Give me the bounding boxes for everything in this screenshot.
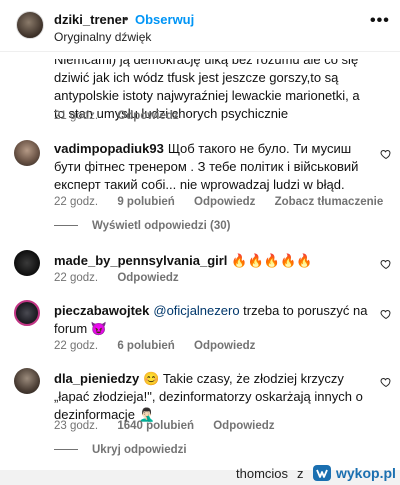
comment-text: pieczabawojtek @oficjalnezero trzeba to p…	[54, 303, 368, 336]
divider	[54, 449, 78, 451]
avatar[interactable]	[16, 11, 44, 39]
comment-username[interactable]: vadimpopadiuk93	[54, 141, 164, 156]
divider	[54, 225, 78, 227]
reply-button[interactable]: Odpowiedz	[194, 340, 255, 352]
like-heart-icon[interactable]	[380, 258, 392, 270]
comment-meta: 21 godz. Odpowiedz	[54, 110, 195, 122]
reply-button[interactable]: Odpowiedz	[117, 272, 178, 284]
reply-button[interactable]: Odpowiedz	[213, 420, 274, 432]
watermark-z: z	[297, 466, 304, 481]
like-heart-icon[interactable]	[380, 148, 392, 160]
translate-button[interactable]: Zobacz tłumaczenie	[275, 196, 384, 208]
likes-count[interactable]: 1640 polubień	[117, 420, 194, 432]
comment-time: 22 godz.	[54, 272, 99, 284]
likes-count[interactable]: 6 polubień	[117, 340, 175, 352]
audio-label[interactable]: Oryginalny dźwięk	[54, 30, 151, 44]
comment-item: dla_pieniedzy 😊 Takie czasy, że złodziej …	[0, 368, 400, 468]
comment-username[interactable]: dla_pieniedzy	[54, 371, 139, 386]
comment-item: vadimpopadiuk93 Щоб такого не було. Ти му…	[0, 140, 400, 240]
comment-item: Niemcami) ją demokrację ulką bez rozumu …	[0, 54, 400, 128]
reply-button[interactable]: Odpowiedz	[117, 110, 178, 122]
comment-meta: 22 godz. 9 polubień Odpowiedz Zobacz tłu…	[54, 196, 399, 208]
likes-count[interactable]: 9 polubień	[117, 196, 175, 208]
comment-item: made_by_pennsylvania_girl 🔥🔥🔥🔥🔥 22 godz. …	[0, 250, 400, 290]
mention-link[interactable]: @oficjalnezero	[153, 303, 239, 318]
separator-dot: •	[124, 11, 129, 26]
comment-time: 21 godz.	[54, 110, 99, 122]
view-replies-button[interactable]: Wyświetl odpowiedzi (30)	[54, 220, 230, 232]
watermark-user: thomcios	[236, 466, 289, 481]
comment-username[interactable]: made_by_pennsylvania_girl	[54, 253, 227, 268]
comment-time: 23 godz.	[54, 420, 99, 432]
comment-text: made_by_pennsylvania_girl 🔥🔥🔥🔥🔥	[54, 253, 313, 268]
post-header: dziki_trener • Obserwuj Oryginalny dźwię…	[0, 0, 400, 52]
comment-meta: 22 godz. Odpowiedz	[54, 272, 195, 284]
comment-item: pieczabawojtek @oficjalnezero trzeba to p…	[0, 300, 400, 360]
reply-button[interactable]: Odpowiedz	[194, 196, 255, 208]
comment-time: 22 godz.	[54, 340, 99, 352]
avatar[interactable]	[14, 368, 40, 394]
like-heart-icon[interactable]	[380, 376, 392, 388]
watermark-site: wykop.pl	[336, 465, 396, 481]
avatar[interactable]	[14, 140, 40, 166]
comments-panel: Niemcami) ją demokrację ulką bez rozumu …	[0, 0, 400, 470]
avatar[interactable]	[14, 250, 40, 276]
avatar[interactable]	[14, 300, 40, 326]
like-heart-icon[interactable]	[380, 308, 392, 320]
hide-replies-button[interactable]: Ukryj odpowiedzi	[54, 444, 187, 456]
comment-meta: 22 godz. 6 polubień Odpowiedz	[54, 340, 271, 352]
more-options-icon[interactable]: •••	[370, 12, 390, 30]
comment-text: vadimpopadiuk93 Щоб такого не було. Ти му…	[54, 141, 359, 192]
comment-username[interactable]: pieczabawojtek	[54, 303, 149, 318]
comment-text: dla_pieniedzy 😊 Takie czasy, że złodziej …	[54, 371, 363, 422]
comment-time: 22 godz.	[54, 196, 99, 208]
comment-meta: 23 godz. 1640 polubień Odpowiedz	[54, 420, 291, 432]
header-username[interactable]: dziki_trener	[54, 12, 127, 27]
follow-button[interactable]: Obserwuj	[135, 12, 194, 27]
